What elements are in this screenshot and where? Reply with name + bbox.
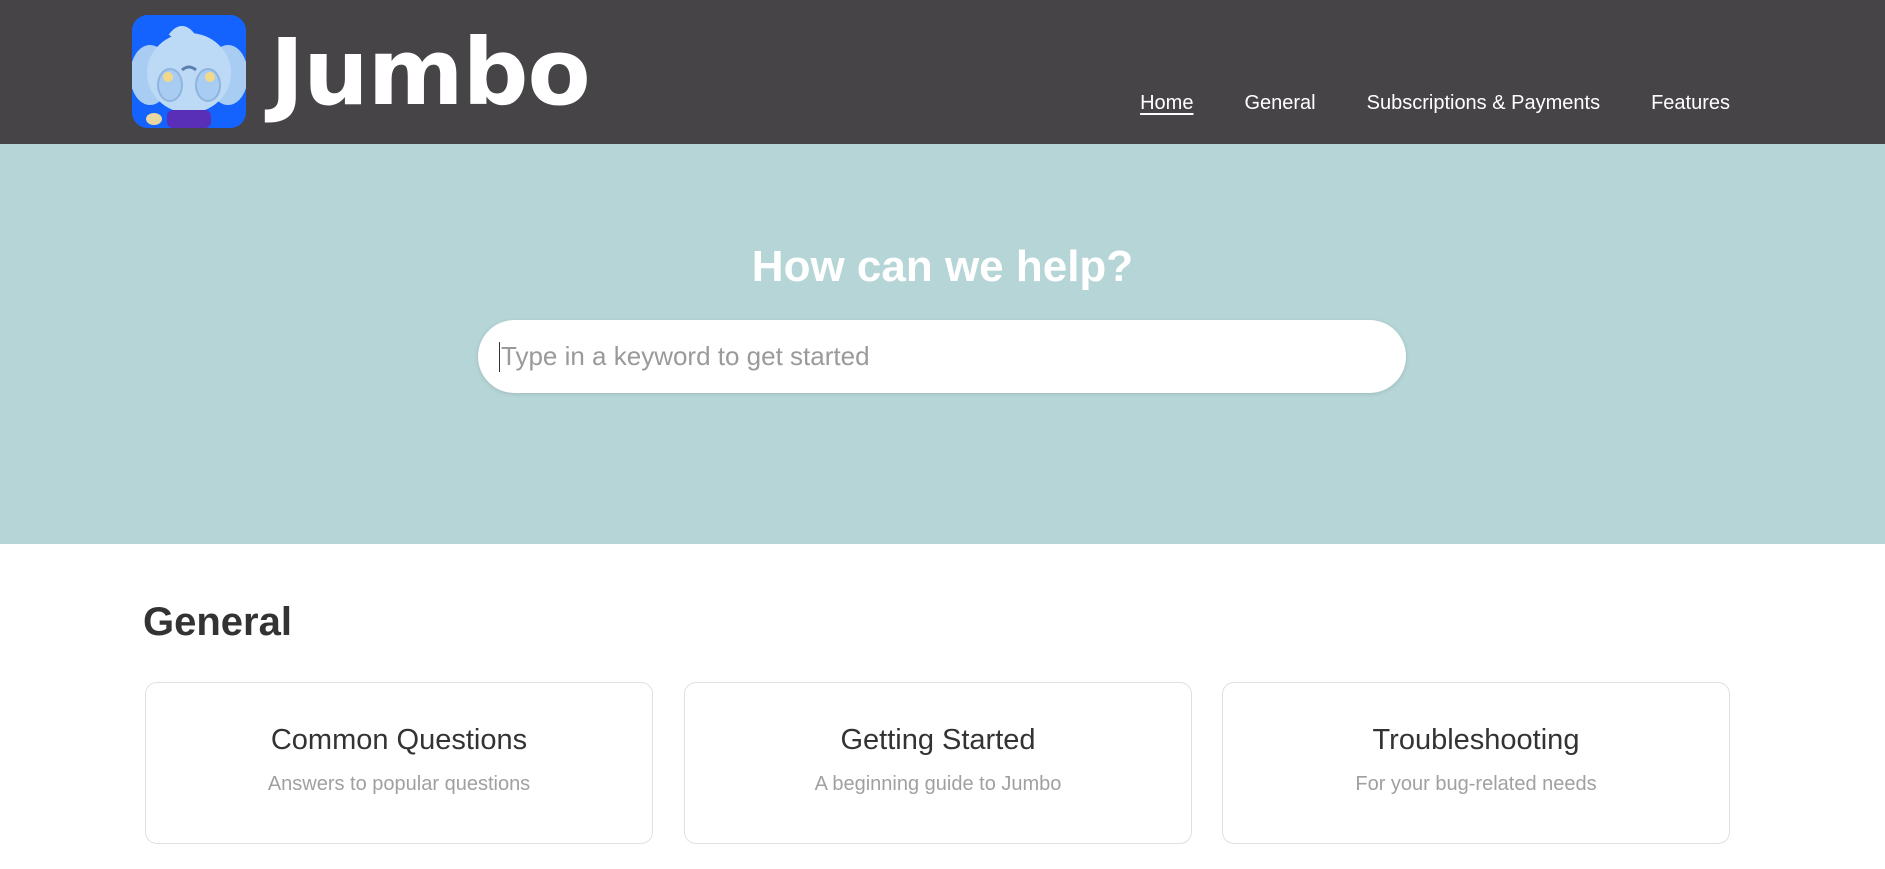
nav-features-link[interactable]: Features — [1651, 89, 1730, 117]
category-card-common-questions[interactable]: Common Questions Answers to popular ques… — [145, 682, 653, 844]
hero-search-section: How can we help? — [0, 144, 1885, 544]
card-description: For your bug-related needs — [1355, 773, 1597, 795]
card-title: Troubleshooting — [1372, 724, 1580, 756]
card-description: Answers to popular questions — [267, 773, 531, 795]
card-description: A beginning guide to Jumbo — [814, 773, 1062, 795]
category-card-troubleshooting[interactable]: Troubleshooting For your bug-related nee… — [1222, 682, 1730, 844]
search-input[interactable] — [501, 341, 1381, 372]
nav-subscriptions-payments-link[interactable]: Subscriptions & Payments — [1367, 89, 1600, 117]
brand-name: Jumbo — [270, 18, 591, 126]
elephant-mascot-icon — [132, 15, 246, 128]
brand-logo[interactable]: Jumbo — [132, 15, 591, 128]
hero-title: How can we help? — [751, 242, 1134, 291]
search-box[interactable] — [478, 320, 1406, 393]
section-title-general: General — [143, 600, 292, 644]
category-card-getting-started[interactable]: Getting Started A beginning guide to Jum… — [684, 682, 1192, 844]
text-caret — [499, 341, 500, 372]
nav-home-link[interactable]: Home — [1140, 89, 1193, 117]
site-header: Jumbo Home General Subscriptions & Payme… — [0, 0, 1885, 144]
nav-general-link[interactable]: General — [1244, 89, 1315, 117]
main-nav: Home General Subscriptions & Payments Fe… — [1089, 89, 1730, 117]
card-title: Common Questions — [270, 724, 528, 756]
card-title: Getting Started — [840, 724, 1036, 756]
